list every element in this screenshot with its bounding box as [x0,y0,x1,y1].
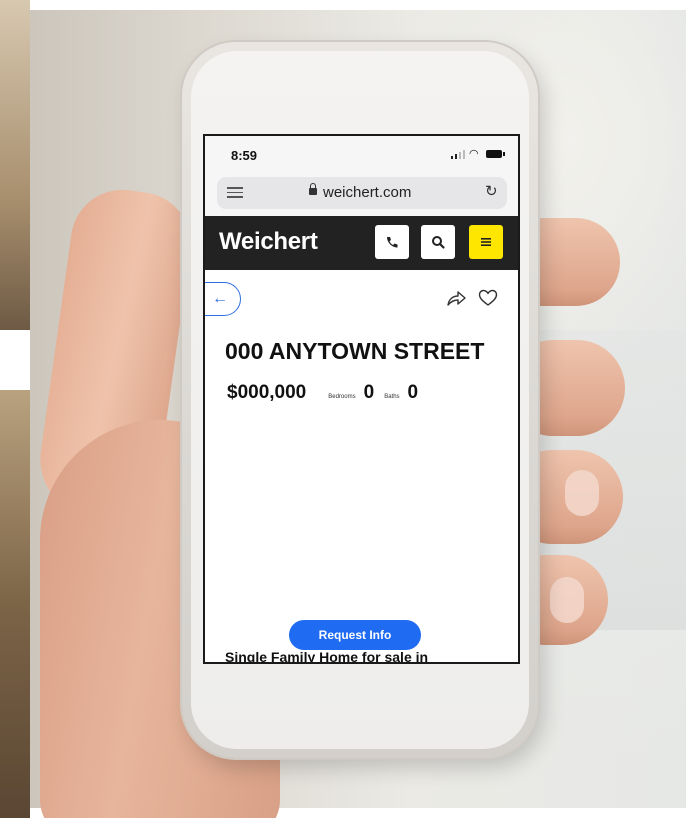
background-interior-panel [0,390,30,818]
reload-icon[interactable]: ↻ [485,182,498,200]
bedrooms-label: Bedrooms [328,394,356,400]
site-header: Weichert [205,216,518,270]
search-button[interactable] [421,225,455,259]
battery-icon [486,150,505,158]
image-border [30,0,686,10]
baths-label: Baths [384,394,400,400]
share-icon[interactable] [445,288,467,308]
address-bar[interactable]: weichert.com ↻ [217,177,507,209]
wifi-icon: ◠ [469,148,479,160]
phone-screen: 8:59 ◠ weichert.com ↻ Weichert ← 000 ANY… [205,136,518,662]
background-divider [0,330,30,390]
hamburger-menu-icon [481,238,491,246]
reader-menu-icon[interactable] [227,187,243,199]
phone-icon [387,237,398,248]
back-arrow-icon: ← [212,290,228,307]
search-icon [432,236,445,249]
listing-price: $000,000 [227,382,307,403]
listing-summary: $000,000 Bedrooms 0 Baths 0 [227,382,428,404]
request-info-button[interactable]: Request Info [289,620,421,650]
baths-count: 0 [407,382,419,403]
status-bar: 8:59 ◠ [205,136,518,172]
listing-description: Single Family Home for sale in [225,649,429,662]
status-time: 8:59 [231,148,258,163]
fingernail [550,577,584,623]
cellular-signal-icon [451,150,465,159]
back-button[interactable]: ← [205,282,241,316]
listing-address: 000 ANYTOWN STREET [225,338,485,364]
call-button[interactable] [375,225,409,259]
lock-icon [309,183,317,195]
url-text[interactable]: weichert.com [323,184,411,201]
browser-toolbar: weichert.com ↻ [205,172,518,216]
fingernail [565,470,599,516]
background-interior-panel [0,0,30,330]
heart-icon[interactable] [477,288,499,308]
brand-logo[interactable]: Weichert [219,228,318,256]
bedrooms-count: 0 [363,382,375,403]
menu-button[interactable] [469,225,503,259]
